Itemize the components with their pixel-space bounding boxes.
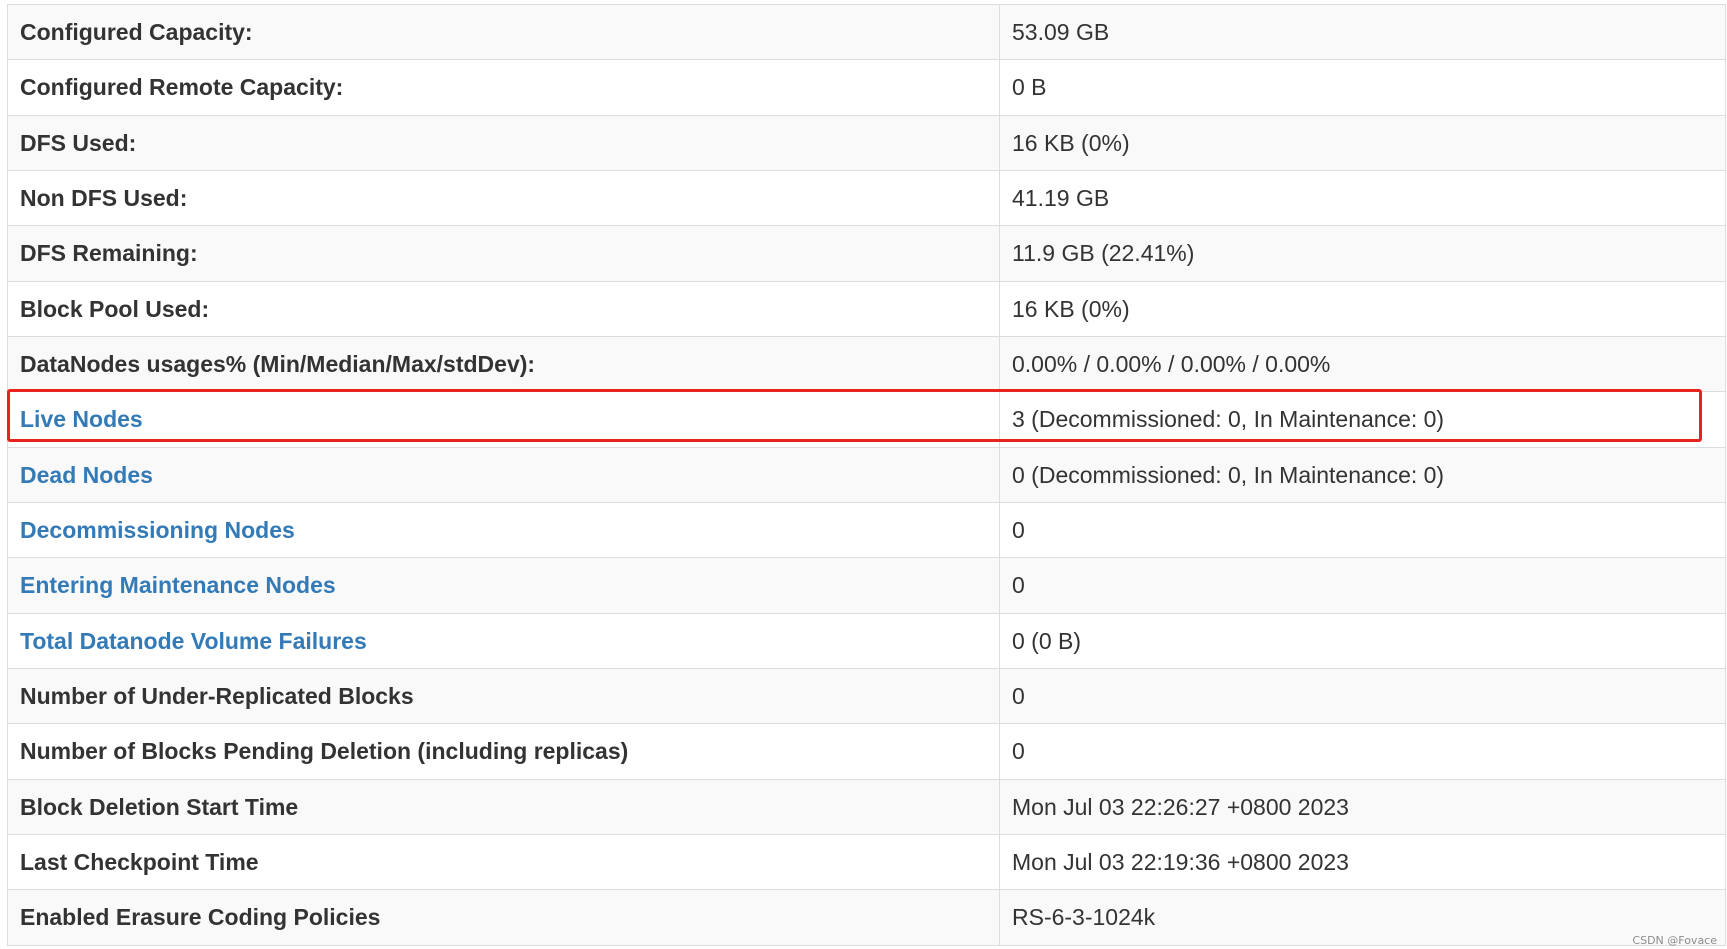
row-label: Block Deletion Start Time — [7, 778, 1000, 835]
live-nodes-link[interactable]: Live Nodes — [20, 406, 143, 432]
row-label: Block Pool Used: — [7, 280, 1000, 337]
table-row: DFS Used: 16 KB (0%) — [7, 114, 1726, 171]
row-label-cell: Entering Maintenance Nodes — [7, 557, 1000, 614]
row-label-cell: Live Nodes — [7, 391, 1000, 448]
row-value: 0 — [999, 667, 1726, 725]
table-row: Last Checkpoint Time Mon Jul 03 22:19:36… — [7, 833, 1726, 891]
row-label: DataNodes usages% (Min/Median/Max/stdDev… — [7, 335, 1000, 393]
entering-maintenance-nodes-link[interactable]: Entering Maintenance Nodes — [20, 572, 336, 598]
row-value: 16 KB (0%) — [999, 114, 1726, 171]
row-label-cell: Decommissioning Nodes — [7, 501, 1000, 559]
row-value: 3 (Decommissioned: 0, In Maintenance: 0) — [999, 391, 1726, 448]
dead-nodes-link[interactable]: Dead Nodes — [20, 462, 153, 488]
cluster-summary-table: Configured Capacity: 53.09 GB Configured… — [7, 3, 1726, 946]
table-row-dead-nodes: Dead Nodes 0 (Decommissioned: 0, In Main… — [7, 446, 1726, 503]
row-label-cell: Dead Nodes — [7, 446, 1000, 503]
decommissioning-nodes-link[interactable]: Decommissioning Nodes — [20, 517, 295, 543]
row-label-cell: Total Datanode Volume Failures — [7, 612, 1000, 669]
row-value: Mon Jul 03 22:26:27 +0800 2023 — [999, 778, 1726, 835]
table-row: Enabled Erasure Coding Policies RS-6-3-1… — [7, 889, 1726, 946]
table-row: DataNodes usages% (Min/Median/Max/stdDev… — [7, 335, 1726, 393]
row-value: 0 (Decommissioned: 0, In Maintenance: 0) — [999, 446, 1726, 503]
table-row: Block Pool Used: 16 KB (0%) — [7, 280, 1726, 337]
row-label: Configured Remote Capacity: — [7, 59, 1000, 116]
table-row: Number of Blocks Pending Deletion (inclu… — [7, 723, 1726, 780]
table-row-entering-maintenance-nodes: Entering Maintenance Nodes 0 — [7, 557, 1726, 614]
table-row: Configured Capacity: 53.09 GB — [7, 3, 1726, 61]
row-value: RS-6-3-1024k — [999, 889, 1726, 946]
table-row: Configured Remote Capacity: 0 B — [7, 59, 1726, 116]
table-row: Non DFS Used: 41.19 GB — [7, 169, 1726, 227]
row-value: 0 — [999, 501, 1726, 559]
table-row-live-nodes: Live Nodes 3 (Decommissioned: 0, In Main… — [7, 391, 1726, 448]
total-datanode-volume-failures-link[interactable]: Total Datanode Volume Failures — [20, 628, 367, 654]
row-label: Number of Under-Replicated Blocks — [7, 667, 1000, 725]
row-value: 0 B — [999, 59, 1726, 116]
row-label: Configured Capacity: — [7, 3, 1000, 61]
table-row-volume-failures: Total Datanode Volume Failures 0 (0 B) — [7, 612, 1726, 669]
row-label: DFS Remaining: — [7, 225, 1000, 282]
table-row-decommissioning-nodes: Decommissioning Nodes 0 — [7, 501, 1726, 559]
row-value: 0 — [999, 557, 1726, 614]
row-value: 53.09 GB — [999, 3, 1726, 61]
row-value: 16 KB (0%) — [999, 280, 1726, 337]
row-label: Number of Blocks Pending Deletion (inclu… — [7, 723, 1000, 780]
table-row: DFS Remaining: 11.9 GB (22.41%) — [7, 225, 1726, 282]
row-value: Mon Jul 03 22:19:36 +0800 2023 — [999, 833, 1726, 891]
row-value: 11.9 GB (22.41%) — [999, 225, 1726, 282]
table-row: Number of Under-Replicated Blocks 0 — [7, 667, 1726, 725]
watermark: CSDN @Fovace — [1632, 934, 1717, 947]
row-label: Enabled Erasure Coding Policies — [7, 889, 1000, 946]
row-value: 0 (0 B) — [999, 612, 1726, 669]
row-label: Non DFS Used: — [7, 169, 1000, 227]
row-value: 0.00% / 0.00% / 0.00% / 0.00% — [999, 335, 1726, 393]
row-value: 0 — [999, 723, 1726, 780]
row-value: 41.19 GB — [999, 169, 1726, 227]
row-label: DFS Used: — [7, 114, 1000, 171]
page: Configured Capacity: 53.09 GB Configured… — [0, 0, 1727, 949]
row-label: Last Checkpoint Time — [7, 833, 1000, 891]
table-row: Block Deletion Start Time Mon Jul 03 22:… — [7, 778, 1726, 835]
